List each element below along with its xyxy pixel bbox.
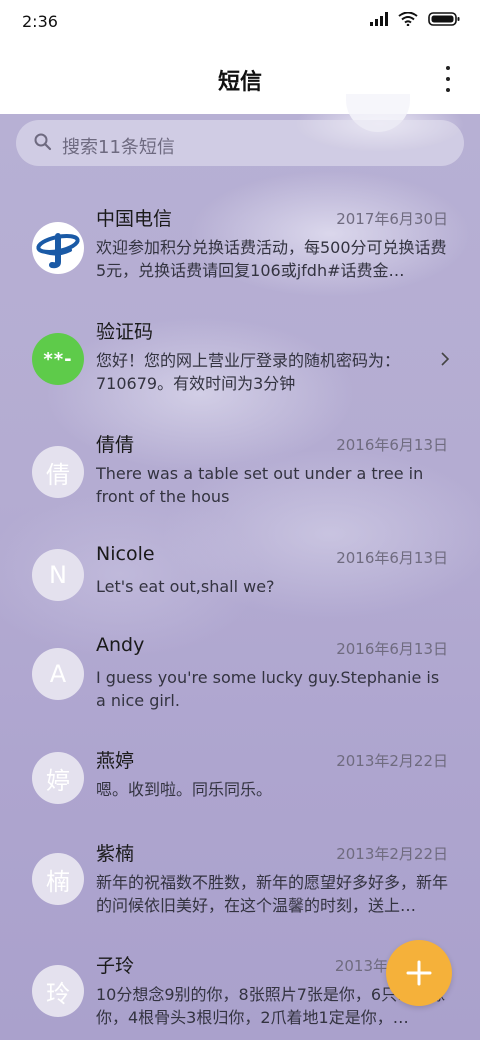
message-preview: 新年的祝福数不胜数，新年的愿望好多好多，新年的问候依旧美好，在这个温馨的时刻，送… bbox=[96, 873, 449, 915]
status-time: 2:36 bbox=[22, 12, 58, 31]
message-preview: 欢迎参加积分兑换话费活动，每500分可兑换话费5元，兑换话费请回复106或jfd… bbox=[96, 238, 447, 280]
contact-name: Andy bbox=[96, 634, 145, 656]
search-input[interactable]: 搜索11条短信 bbox=[16, 120, 464, 166]
signal-icon bbox=[370, 12, 388, 26]
list-item[interactable]: 婷 燕婷 2013年2月22日 嗯。收到啦。同乐同乐。 bbox=[0, 746, 480, 846]
wifi-icon bbox=[398, 12, 418, 26]
battery-icon bbox=[428, 12, 460, 26]
avatar: 楠 bbox=[32, 853, 84, 905]
message-date: 2013年2月22日 bbox=[336, 752, 448, 770]
chevron-right-icon[interactable] bbox=[440, 351, 450, 367]
contact-name: 子玲 bbox=[96, 955, 135, 977]
status-bar: 2:36 bbox=[0, 0, 480, 44]
status-icons bbox=[370, 12, 460, 26]
message-date: 2013年 bbox=[334, 957, 388, 975]
avatar: 倩 bbox=[32, 446, 84, 498]
list-item[interactable]: A Andy 2016年6月13日 I guess you're some lu… bbox=[0, 634, 480, 734]
avatar: 玲 bbox=[32, 965, 84, 1017]
new-message-button[interactable] bbox=[386, 940, 452, 1006]
message-date: 2017年6月30日 bbox=[336, 210, 448, 228]
china-telecom-logo bbox=[32, 222, 84, 274]
contact-name: 验证码 bbox=[96, 321, 154, 343]
search-placeholder: 搜索11条短信 bbox=[62, 137, 175, 158]
message-preview: 嗯。收到啦。同乐同乐。 bbox=[96, 780, 273, 799]
contact-name: 紫楠 bbox=[96, 843, 135, 865]
message-preview: 您好！您的网上营业厅登录的随机密码为：710679。有效时间为3分钟 bbox=[96, 351, 401, 393]
list-item[interactable]: 倩 倩倩 2016年6月13日 There was a table set ou… bbox=[0, 430, 480, 530]
plus-icon bbox=[406, 960, 432, 986]
message-preview: Let's eat out,shall we? bbox=[96, 577, 275, 596]
contact-name: 倩倩 bbox=[96, 434, 135, 456]
contact-name: 中国电信 bbox=[96, 208, 173, 230]
avatar: N bbox=[32, 549, 84, 601]
message-date: 2016年6月13日 bbox=[336, 549, 448, 567]
message-preview: There was a table set out under a tree i… bbox=[96, 464, 424, 506]
message-preview: I guess you're some lucky guy.Stephanie … bbox=[96, 668, 440, 710]
message-date: 2016年6月13日 bbox=[336, 640, 448, 658]
list-item[interactable]: N Nicole 2016年6月13日 Let's eat out,shall … bbox=[0, 543, 480, 643]
list-item[interactable]: **- 验证码 您好！您的网上营业厅登录的随机密码为：710679。有效时间为3… bbox=[0, 317, 480, 417]
avatar: A bbox=[32, 648, 84, 700]
page-title: 短信 bbox=[217, 70, 262, 95]
search-icon bbox=[34, 133, 52, 151]
contact-name: Nicole bbox=[96, 543, 155, 565]
avatar: 婷 bbox=[32, 752, 84, 804]
more-vertical-icon[interactable] bbox=[444, 66, 452, 92]
list-item[interactable]: 楠 紫楠 2013年2月22日 新年的祝福数不胜数，新年的愿望好多好多，新年的问… bbox=[0, 839, 480, 939]
list-item[interactable]: 中国电信 2017年6月30日 欢迎参加积分兑换话费活动，每500分可兑换话费5… bbox=[0, 204, 480, 304]
contact-name: 燕婷 bbox=[96, 750, 135, 772]
message-list-area[interactable]: 搜索11条短信 中国电信 2017年6月30日 欢迎参加积分兑换话费活动，每50… bbox=[0, 94, 480, 1040]
verification-code-avatar: **- bbox=[32, 333, 84, 385]
message-date: 2016年6月13日 bbox=[336, 436, 448, 454]
message-date: 2013年2月22日 bbox=[336, 845, 448, 863]
